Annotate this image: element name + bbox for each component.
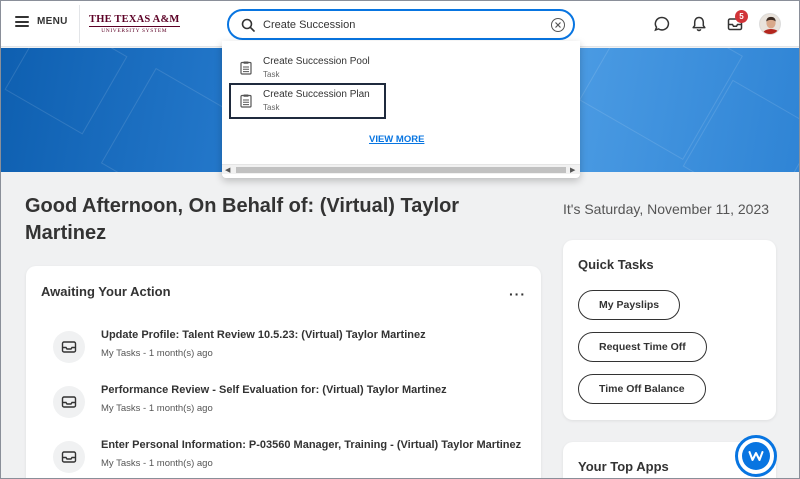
quick-tasks-title: Quick Tasks (578, 257, 654, 272)
search-bar (227, 9, 575, 40)
task-meta: My Tasks - 1 month(s) ago (101, 403, 213, 414)
top-apps-title: Your Top Apps (578, 459, 669, 474)
result-type: Task (263, 103, 280, 112)
current-date: It's Saturday, November 11, 2023 (563, 201, 770, 217)
assistant-button[interactable] (735, 435, 777, 477)
menu-button[interactable]: MENU (15, 16, 68, 27)
scroll-left-icon[interactable]: ◀ (225, 166, 230, 174)
task-inbox-icon (53, 331, 85, 363)
my-payslips-button[interactable]: My Payslips (578, 290, 681, 320)
task-meta: My Tasks - 1 month(s) ago (101, 458, 213, 469)
logo-bottom-text: UNIVERSITY SYSTEM (89, 26, 180, 34)
task-title: Enter Personal Information: P-03560 Mana… (101, 439, 522, 451)
logo-top-text: THE TEXAS A&M (89, 14, 180, 25)
app-frame: MENU THE TEXAS A&M UNIVERSITY SYSTEM 5 G… (0, 0, 800, 479)
search-result-item[interactable]: Create Succession Pool Task (229, 50, 386, 86)
scrollbar-thumb[interactable] (236, 167, 566, 173)
tamus-logo[interactable]: THE TEXAS A&M UNIVERSITY SYSTEM (89, 14, 180, 34)
bell-icon[interactable] (690, 15, 708, 33)
avatar-photo-icon (760, 14, 780, 34)
task-document-icon (240, 94, 252, 108)
task-inbox-icon (53, 386, 85, 418)
task-title: Performance Review - Self Evaluation for… (101, 384, 447, 396)
scroll-right-icon[interactable]: ▶ (570, 166, 575, 174)
search-results-dropdown: Create Succession Pool Task Create Succe… (222, 41, 580, 178)
request-time-off-button[interactable]: Request Time Off (578, 332, 707, 362)
clear-search-icon[interactable] (551, 18, 565, 32)
search-result-item-selected[interactable]: Create Succession Plan Task (229, 83, 386, 119)
chat-icon[interactable] (653, 15, 671, 33)
banner-hexagon (4, 48, 128, 135)
search-input[interactable] (263, 17, 543, 33)
result-type: Task (263, 70, 280, 79)
page-greeting: Good Afternoon, On Behalf of: (Virtual) … (25, 195, 460, 244)
task-item[interactable]: Enter Personal Information: P-03560 Mana… (53, 439, 523, 478)
inbox-badge: 5 (735, 10, 748, 23)
task-title: Update Profile: Talent Review 10.5.23: (… (101, 329, 426, 341)
horizontal-scrollbar[interactable]: ◀ ▶ (222, 164, 580, 174)
view-more-link[interactable]: VIEW MORE (369, 134, 424, 145)
header-divider (79, 5, 80, 43)
menu-label: MENU (37, 16, 68, 27)
task-meta: My Tasks - 1 month(s) ago (101, 348, 213, 359)
awaiting-action-card: Awaiting Your Action ··· Update Profile:… (26, 266, 541, 478)
task-item[interactable]: Performance Review - Self Evaluation for… (53, 384, 523, 428)
time-off-balance-button[interactable]: Time Off Balance (578, 374, 706, 404)
task-inbox-icon (53, 441, 85, 473)
task-document-icon (240, 61, 252, 75)
search-icon (241, 18, 255, 32)
task-item[interactable]: Update Profile: Talent Review 10.5.23: (… (53, 329, 523, 373)
result-title: Create Succession Pool (263, 56, 370, 67)
user-avatar[interactable] (759, 13, 781, 35)
hamburger-icon (15, 16, 29, 27)
more-options-icon[interactable]: ··· (509, 286, 526, 302)
result-title: Create Succession Plan (263, 89, 370, 100)
awaiting-title: Awaiting Your Action (41, 284, 171, 299)
quick-tasks-card: Quick Tasks My Payslips Request Time Off… (563, 240, 776, 420)
workday-logo-icon (742, 442, 770, 470)
